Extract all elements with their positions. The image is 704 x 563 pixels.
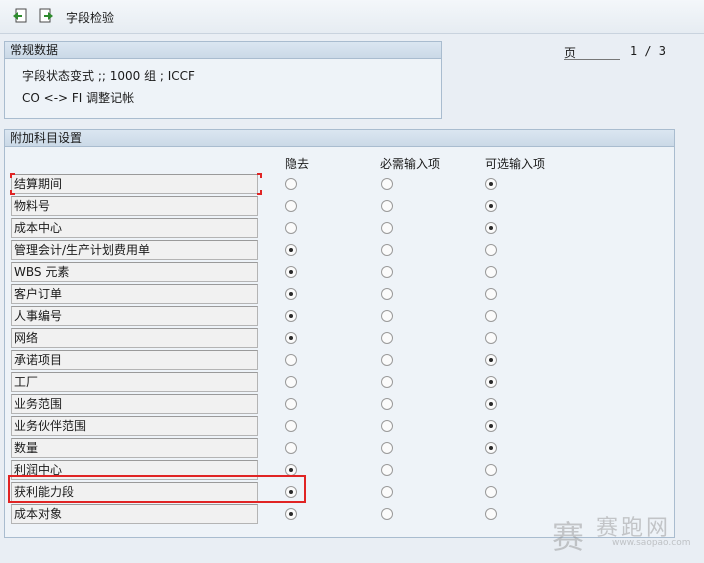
radio-hide[interactable]	[285, 310, 297, 322]
forward-page-icon[interactable]	[38, 8, 54, 24]
watermark-url: www.saopao.com	[612, 538, 691, 548]
column-header-hide: 隐去	[285, 157, 310, 171]
field-label: 业务范围	[11, 394, 258, 414]
radio-required[interactable]	[381, 266, 393, 278]
group-title: 常规数据	[5, 42, 441, 59]
watermark-logo: 赛	[552, 518, 585, 556]
radio-required[interactable]	[381, 442, 393, 454]
radio-optional[interactable]	[485, 508, 497, 520]
page-underline	[564, 59, 620, 60]
watermark: 赛 赛跑网 www.saopao.com	[552, 510, 692, 556]
radio-required[interactable]	[381, 486, 393, 498]
radio-required[interactable]	[381, 222, 393, 234]
group-title: 附加科目设置	[5, 130, 674, 147]
column-header-optional: 可选输入项	[485, 157, 546, 171]
radio-optional[interactable]	[485, 178, 497, 190]
radio-required[interactable]	[381, 398, 393, 410]
radio-optional[interactable]	[485, 486, 497, 498]
back-page-icon[interactable]	[12, 8, 28, 24]
screen-title: 字段检验	[66, 11, 115, 25]
application-toolbar: 字段检验	[0, 0, 704, 34]
radio-required[interactable]	[381, 244, 393, 256]
field-label: 工厂	[11, 372, 258, 392]
radio-hide[interactable]	[285, 332, 297, 344]
field-label: 管理会计/生产计划费用单	[11, 240, 258, 260]
radio-optional[interactable]	[485, 288, 497, 300]
radio-hide[interactable]	[285, 508, 297, 520]
radio-required[interactable]	[381, 310, 393, 322]
radio-optional[interactable]	[485, 310, 497, 322]
radio-hide[interactable]	[285, 200, 297, 212]
radio-hide[interactable]	[285, 420, 297, 432]
field-label: 人事编号	[11, 306, 258, 326]
radio-hide[interactable]	[285, 398, 297, 410]
radio-optional[interactable]	[485, 266, 497, 278]
radio-optional[interactable]	[485, 442, 497, 454]
field-status-variant-text: 字段状态变式 ;; 1000 组 ; ICCF	[22, 69, 195, 83]
radio-hide[interactable]	[285, 266, 297, 278]
adjustment-posting-text: CO <-> FI 调整记帐	[22, 91, 135, 105]
radio-optional[interactable]	[485, 376, 497, 388]
field-label: 客户订单	[11, 284, 258, 304]
radio-hide[interactable]	[285, 288, 297, 300]
field-label: 业务伙伴范围	[11, 416, 258, 436]
column-header-required: 必需输入项	[380, 157, 441, 171]
field-label: 物料号	[11, 196, 258, 216]
radio-required[interactable]	[381, 508, 393, 520]
field-label: WBS 元素	[11, 262, 258, 282]
radio-hide[interactable]	[285, 178, 297, 190]
field-label: 承诺项目	[11, 350, 258, 370]
field-label: 成本中心	[11, 218, 258, 238]
radio-required[interactable]	[381, 464, 393, 476]
radio-optional[interactable]	[485, 222, 497, 234]
page-indicator: 页 1 / 3	[564, 44, 674, 60]
radio-required[interactable]	[381, 288, 393, 300]
focus-marker	[10, 173, 262, 195]
radio-required[interactable]	[381, 332, 393, 344]
radio-optional[interactable]	[485, 244, 497, 256]
radio-required[interactable]	[381, 200, 393, 212]
radio-optional[interactable]	[485, 200, 497, 212]
radio-hide[interactable]	[285, 244, 297, 256]
radio-optional[interactable]	[485, 398, 497, 410]
page-number: 1 / 3	[629, 44, 666, 58]
radio-optional[interactable]	[485, 354, 497, 366]
field-label: 网络	[11, 328, 258, 348]
radio-required[interactable]	[381, 178, 393, 190]
highlight-box	[8, 475, 306, 503]
radio-required[interactable]	[381, 376, 393, 388]
radio-hide[interactable]	[285, 354, 297, 366]
radio-required[interactable]	[381, 420, 393, 432]
radio-required[interactable]	[381, 354, 393, 366]
radio-optional[interactable]	[485, 464, 497, 476]
radio-optional[interactable]	[485, 332, 497, 344]
field-label: 数量	[11, 438, 258, 458]
radio-hide[interactable]	[285, 222, 297, 234]
radio-hide[interactable]	[285, 376, 297, 388]
radio-hide[interactable]	[285, 442, 297, 454]
field-label: 成本对象	[11, 504, 258, 524]
radio-optional[interactable]	[485, 420, 497, 432]
